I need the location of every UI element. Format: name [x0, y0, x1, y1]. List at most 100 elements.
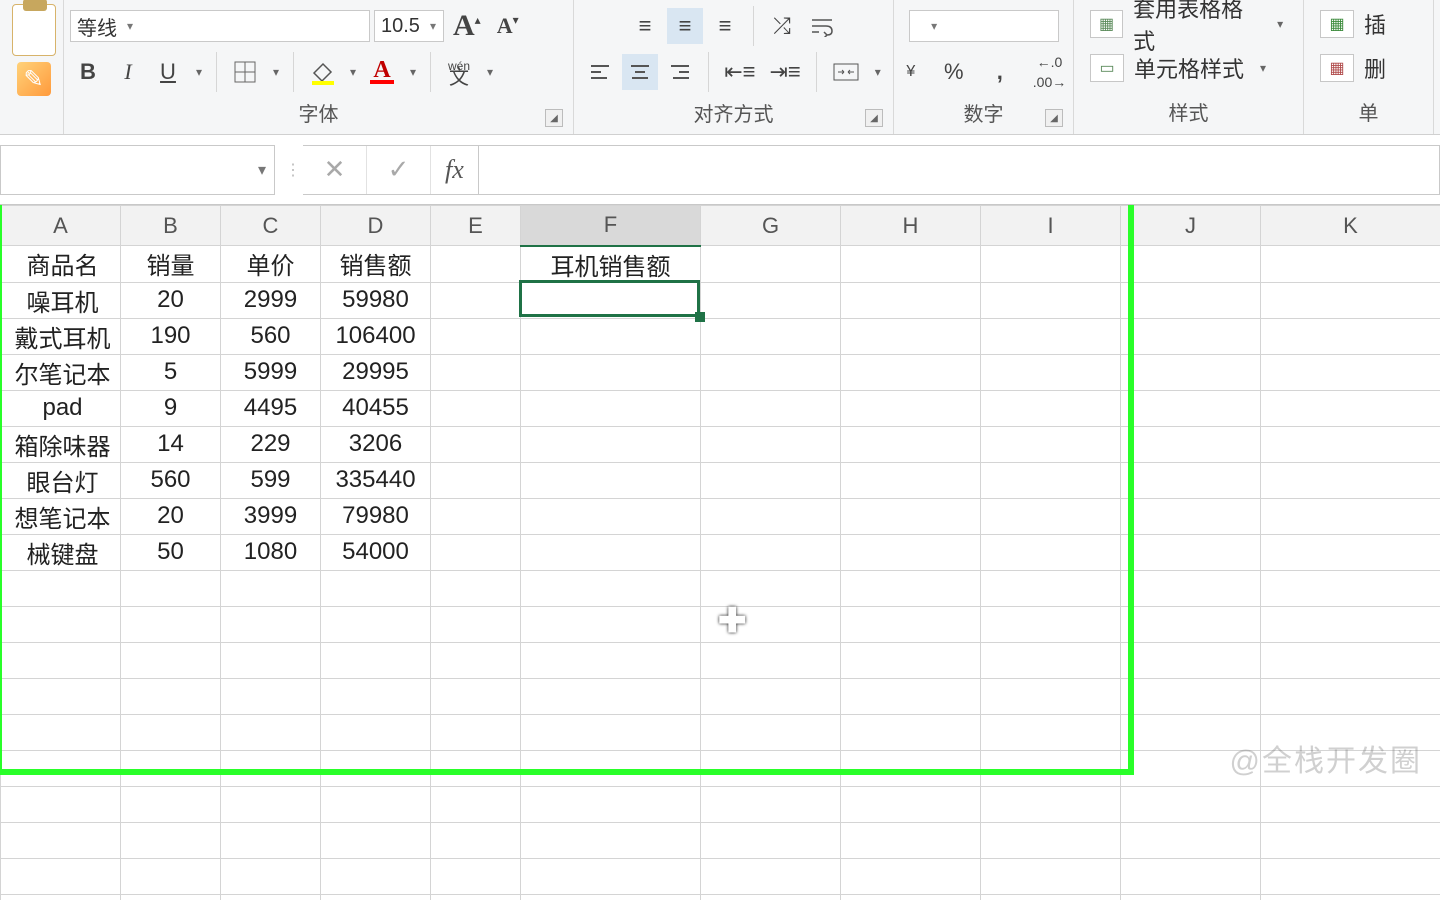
cell[interactable]	[701, 678, 841, 714]
cell[interactable]	[521, 786, 701, 822]
cell[interactable]: 5	[121, 354, 221, 390]
cell[interactable]	[121, 786, 221, 822]
comma-style-button[interactable]: ,	[982, 54, 1018, 90]
cell[interactable]: 9	[121, 390, 221, 426]
cell[interactable]	[121, 750, 221, 786]
cell[interactable]	[121, 822, 221, 858]
align-top-button[interactable]: ≡	[627, 8, 663, 44]
cell[interactable]	[521, 282, 701, 318]
cell[interactable]	[841, 390, 981, 426]
orientation-button[interactable]: ⤮	[764, 8, 800, 44]
cell[interactable]: 20	[121, 498, 221, 534]
column-header-H[interactable]: H	[841, 206, 981, 246]
cell[interactable]	[701, 246, 841, 283]
cell[interactable]	[701, 390, 841, 426]
cell[interactable]	[521, 318, 701, 354]
accounting-format-button[interactable]: ¥	[896, 62, 926, 82]
cell[interactable]	[981, 282, 1121, 318]
font-color-button[interactable]: A	[364, 54, 400, 90]
cell[interactable]	[701, 822, 841, 858]
cell[interactable]	[841, 534, 981, 570]
align-right-button[interactable]	[662, 54, 698, 90]
cell[interactable]	[1261, 642, 1440, 678]
cell[interactable]	[1261, 534, 1440, 570]
cell[interactable]	[701, 354, 841, 390]
cell[interactable]	[431, 894, 521, 900]
cell[interactable]	[1261, 282, 1440, 318]
increase-decimal-button[interactable]: ←.0	[1028, 52, 1071, 72]
column-header-G[interactable]: G	[701, 206, 841, 246]
cell[interactable]	[521, 426, 701, 462]
cell[interactable]	[121, 678, 221, 714]
cell[interactable]	[321, 750, 431, 786]
chevron-down-icon[interactable]: ▾	[258, 160, 266, 180]
cell[interactable]: 1080	[221, 534, 321, 570]
cell[interactable]	[1, 894, 121, 900]
cell[interactable]	[981, 606, 1121, 642]
column-header-K[interactable]: K	[1261, 206, 1440, 246]
cell[interactable]	[221, 678, 321, 714]
cell[interactable]	[1, 786, 121, 822]
cell[interactable]	[981, 822, 1121, 858]
cell[interactable]	[221, 894, 321, 900]
column-header-C[interactable]: C	[221, 206, 321, 246]
cell[interactable]	[981, 318, 1121, 354]
column-header-F[interactable]: F	[521, 206, 701, 246]
cell[interactable]: 106400	[321, 318, 431, 354]
cell[interactable]	[431, 246, 521, 283]
cell[interactable]	[1121, 642, 1261, 678]
cell[interactable]	[1121, 354, 1261, 390]
cell[interactable]	[431, 426, 521, 462]
cell[interactable]	[1261, 858, 1440, 894]
cell[interactable]	[1121, 246, 1261, 283]
cell[interactable]	[981, 642, 1121, 678]
cell[interactable]	[841, 786, 981, 822]
cell[interactable]: 商品名	[1, 246, 121, 283]
cell[interactable]	[521, 714, 701, 750]
cell[interactable]	[521, 678, 701, 714]
cell[interactable]	[431, 570, 521, 606]
cell[interactable]	[1, 570, 121, 606]
cell[interactable]	[431, 462, 521, 498]
cell[interactable]	[701, 534, 841, 570]
cell[interactable]: 29995	[321, 354, 431, 390]
cell[interactable]: 戴式耳机	[1, 318, 121, 354]
cell[interactable]	[431, 714, 521, 750]
cell[interactable]	[431, 354, 521, 390]
cell[interactable]	[431, 606, 521, 642]
cell[interactable]	[981, 390, 1121, 426]
cell[interactable]	[321, 894, 431, 900]
cell[interactable]	[431, 498, 521, 534]
cell[interactable]	[521, 822, 701, 858]
cell[interactable]	[431, 318, 521, 354]
cell[interactable]	[431, 642, 521, 678]
underline-button[interactable]: U	[150, 54, 186, 90]
cell[interactable]: 噪耳机	[1, 282, 121, 318]
cell[interactable]	[1121, 714, 1261, 750]
cell[interactable]	[981, 426, 1121, 462]
cell[interactable]	[431, 858, 521, 894]
cell[interactable]	[1, 642, 121, 678]
column-header-D[interactable]: D	[321, 206, 431, 246]
cell[interactable]: 190	[121, 318, 221, 354]
cell[interactable]	[981, 678, 1121, 714]
cell[interactable]	[1121, 786, 1261, 822]
cell[interactable]: 20	[121, 282, 221, 318]
chevron-down-icon[interactable]: ▾	[871, 65, 885, 79]
cell[interactable]	[1261, 750, 1440, 786]
cell[interactable]	[121, 894, 221, 900]
cell[interactable]: 14	[121, 426, 221, 462]
cell[interactable]: 单价	[221, 246, 321, 283]
column-header-row[interactable]: ABCDEFGHIJK	[1, 206, 1440, 246]
cell[interactable]	[221, 858, 321, 894]
font-size-combo[interactable]: 10.5 ▾	[374, 10, 444, 42]
cell[interactable]	[981, 786, 1121, 822]
cell[interactable]	[701, 498, 841, 534]
chevron-down-icon[interactable]: ▾	[269, 65, 283, 79]
cell[interactable]	[701, 642, 841, 678]
increase-indent-button[interactable]: ⇥≡	[765, 54, 806, 90]
cell[interactable]	[1121, 390, 1261, 426]
cell[interactable]: 械键盘	[1, 534, 121, 570]
cell[interactable]	[321, 606, 431, 642]
enter-formula-button[interactable]: ✓	[367, 146, 431, 194]
